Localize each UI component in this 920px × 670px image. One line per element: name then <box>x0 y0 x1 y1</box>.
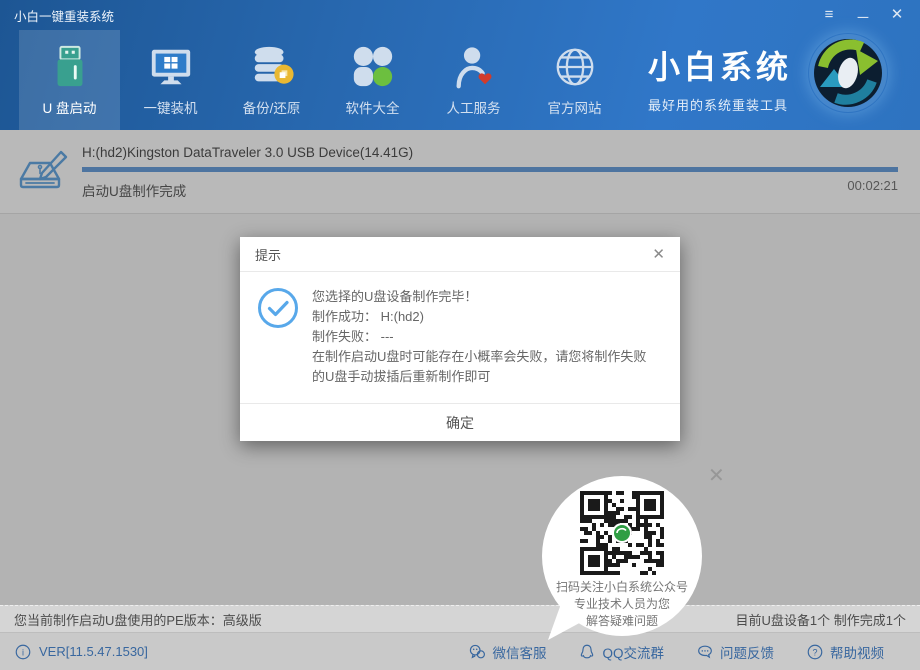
footer-link-label: QQ交流群 <box>602 642 664 662</box>
dialog-message-line: 在制作启动U盘时可能存在小概率会失败，请您将制作失败的U盘手动拔插后重新制作即可 <box>312 347 658 387</box>
dialog-header: 提示 ✕ <box>240 237 680 272</box>
dialog-close-icon[interactable]: ✕ <box>652 245 665 263</box>
qr-code <box>580 491 664 575</box>
help-video-icon: ? <box>806 643 824 661</box>
qr-caption-line: 扫码关注小白系统公众号 <box>542 579 702 596</box>
wechat-support-link[interactable]: 微信客服 <box>468 642 546 662</box>
brand-logo-icon <box>808 33 888 113</box>
backup-restore-icon <box>249 44 295 90</box>
brand-subtitle: 最好用的系统重装工具 <box>648 95 792 114</box>
footer-bar: i VER[11.5.47.1530] 微信客服 QQ交流群 <box>0 632 920 670</box>
version-info: i VER[11.5.47.1530] <box>14 643 148 661</box>
footer-link-label: 帮助视频 <box>830 642 884 662</box>
menu-icon[interactable]: ≡ <box>820 6 838 24</box>
dialog-message-line: 您选择的U盘设备制作完毕！ <box>312 287 658 307</box>
footer-links: 微信客服 QQ交流群 问题反馈 ? <box>468 642 884 662</box>
bubble-close-icon[interactable]: ✕ <box>708 466 725 486</box>
main-nav: U 盘启动 一键装机 <box>0 30 625 130</box>
progress-bar <box>82 167 898 172</box>
window-controls: ≡ ─ ✕ <box>820 6 906 24</box>
nav-item-software[interactable]: 软件大全 <box>322 30 423 130</box>
svg-text:i: i <box>22 647 24 657</box>
wechat-icon <box>468 643 486 661</box>
minimize-icon[interactable]: ─ <box>854 9 872 27</box>
nav-label: 人工服务 <box>447 97 501 117</box>
nav-item-backup-restore[interactable]: 备份/还原 <box>221 30 322 130</box>
svg-text:?: ? <box>812 647 817 657</box>
support-person-icon <box>451 44 497 90</box>
nav-label: 软件大全 <box>346 97 400 117</box>
progress-status-text: 启动U盘制作完成 <box>82 180 186 200</box>
qq-group-link[interactable]: QQ交流群 <box>578 642 664 662</box>
feedback-link[interactable]: 问题反馈 <box>696 642 774 662</box>
result-dialog: 提示 ✕ 您选择的U盘设备制作完毕！ 制作成功： H:(hd2) 制作失败： -… <box>240 237 680 441</box>
version-text: VER[11.5.47.1530] <box>39 644 148 659</box>
header: 小白一键重装系统 ≡ ─ ✕ U 盘启动 <box>0 0 920 130</box>
usb-device-name: H:(hd2)Kingston DataTraveler 3.0 USB Dev… <box>82 145 413 160</box>
globe-icon <box>552 44 598 90</box>
progress-fill <box>82 167 898 172</box>
usb-count-text: 目前U盘设备1个 制作完成1个 <box>736 610 906 629</box>
dialog-message-line: 制作失败： --- <box>312 327 658 347</box>
monitor-icon <box>148 44 194 90</box>
dialog-title: 提示 <box>255 245 281 264</box>
pe-version-text: 您当前制作启动U盘使用的PE版本：高级版 <box>14 610 262 629</box>
software-clover-icon <box>350 44 396 90</box>
nav-label: 官方网站 <box>548 97 602 117</box>
nav-label: U 盘启动 <box>43 97 97 117</box>
elapsed-time: 00:02:21 <box>847 178 898 193</box>
dialog-message-line: 制作成功： H:(hd2) <box>312 307 658 327</box>
footer-link-label: 问题反馈 <box>720 642 774 662</box>
brand-block: 小白系统 最好用的系统重装工具 <box>648 42 792 114</box>
app-title: 小白一键重装系统 <box>14 6 114 25</box>
dialog-body: 您选择的U盘设备制作完毕！ 制作成功： H:(hd2) 制作失败： --- 在制… <box>240 272 680 403</box>
footer-link-label: 微信客服 <box>492 642 546 662</box>
nav-label: 一键装机 <box>144 97 198 117</box>
nav-item-one-key-install[interactable]: 一键装机 <box>120 30 221 130</box>
disk-write-icon <box>15 143 71 199</box>
nav-label: 备份/还原 <box>243 97 301 117</box>
brand-title: 小白系统 <box>648 42 792 88</box>
confirm-button[interactable]: 确定 <box>240 403 680 441</box>
help-video-link[interactable]: ? 帮助视频 <box>806 642 884 662</box>
qq-icon <box>578 643 596 661</box>
qr-bubble: 扫码关注小白系统公众号 专业技术人员为您 解答疑难问题 <box>542 476 702 636</box>
success-check-icon <box>257 287 299 329</box>
nav-item-usb-boot[interactable]: U 盘启动 <box>19 30 120 130</box>
close-icon[interactable]: ✕ <box>888 6 906 24</box>
usb-progress-panel: H:(hd2)Kingston DataTraveler 3.0 USB Dev… <box>0 130 920 214</box>
nav-item-support[interactable]: 人工服务 <box>423 30 524 130</box>
titlebar: 小白一键重装系统 ≡ ─ ✕ <box>0 0 920 30</box>
app-window: 小白一键重装系统 ≡ ─ ✕ U 盘启动 <box>0 0 920 670</box>
info-icon: i <box>14 643 32 661</box>
status-bar: 您当前制作启动U盘使用的PE版本：高级版 目前U盘设备1个 制作完成1个 <box>0 605 920 632</box>
usb-drive-icon <box>47 44 93 90</box>
nav-item-official-site[interactable]: 官方网站 <box>524 30 625 130</box>
feedback-bubble-icon <box>696 643 714 661</box>
